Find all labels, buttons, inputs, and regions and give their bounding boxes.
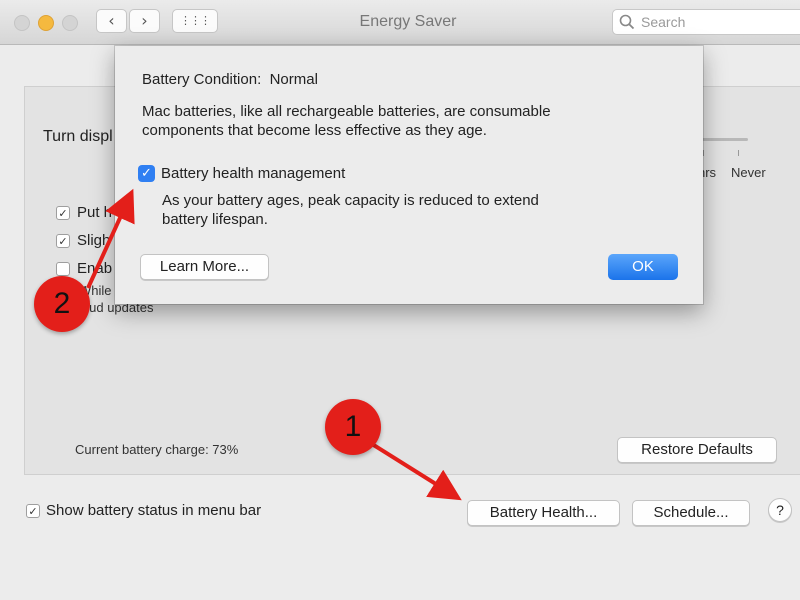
annotation-badge-2: 2 — [34, 276, 90, 332]
annotation-badge-1: 1 — [325, 399, 381, 455]
arrow-1 — [370, 442, 462, 501]
annotation-arrows — [86, 188, 462, 501]
arrow-2 — [86, 188, 135, 289]
